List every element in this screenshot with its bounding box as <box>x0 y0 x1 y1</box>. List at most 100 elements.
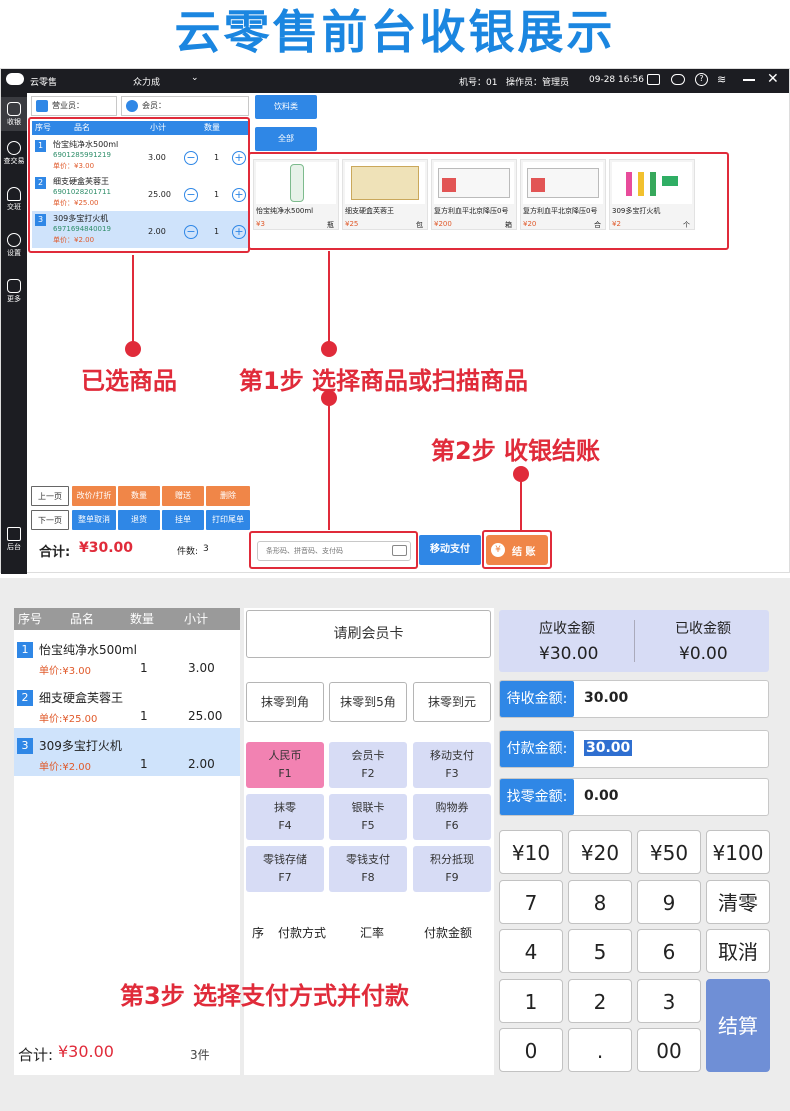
highlight-box-checkout <box>482 530 552 569</box>
pin-line <box>328 402 330 530</box>
pos-main-screen: 云零售 众力成 ⌄ 机号：01 操作员：管理员 09-28 16:56 ? ≋ … <box>0 68 790 574</box>
key-5[interactable]: 5 <box>568 929 632 973</box>
minimize-icon[interactable] <box>743 79 755 81</box>
pay-method-voucher[interactable]: 购物券 F6 <box>413 794 491 840</box>
round-to-5jiao-button[interactable]: 抹零到5角 <box>329 682 407 722</box>
pending-amount: 30.00 <box>584 690 629 706</box>
payment-screen: 序号 品名 数量 小计 1 怡宝纯净水500ml 单价:¥3.00 1 3.00… <box>0 578 790 1111</box>
member-card-prompt[interactable]: 请刷会员卡 <box>246 610 491 658</box>
highlight-box-cart <box>28 117 250 253</box>
mobile-pay-button[interactable]: 移动支付 <box>419 535 481 565</box>
highlight-box-scan <box>249 531 418 569</box>
key-00[interactable]: 00 <box>637 1028 701 1072</box>
register-icon <box>7 102 21 116</box>
cancel-order-button[interactable]: 整单取消 <box>72 510 116 530</box>
paid-amount-row[interactable]: 付款金额: 30.00 <box>499 730 769 768</box>
hang-order-button[interactable]: 挂单 <box>162 510 204 530</box>
key-3[interactable]: 3 <box>637 979 701 1023</box>
wifi-icon: ≋ <box>717 73 727 86</box>
annotation-step2: 第2步 收银结账 <box>431 437 601 465</box>
nav-settings[interactable]: 设置 <box>1 233 27 258</box>
key-20[interactable]: ¥20 <box>568 830 632 874</box>
pin-line <box>132 255 134 343</box>
amount-summary: 应收金额 ¥30.00 已收金额 ¥0.00 <box>499 610 769 672</box>
pin-line <box>520 477 522 531</box>
category-drinks[interactable]: 饮料类 <box>255 95 317 119</box>
list-header: 序号 品名 数量 小计 <box>14 608 240 630</box>
nav-transactions[interactable]: 查交易 <box>1 141 27 166</box>
round-to-yuan-button[interactable]: 抹零到元 <box>413 682 491 722</box>
pending-amount-row: 待收金额: 30.00 <box>499 680 769 718</box>
pay-method-mobile[interactable]: 移动支付 F3 <box>413 742 491 788</box>
paid-amount-input[interactable]: 30.00 <box>584 740 633 756</box>
cloud-logo-icon <box>6 73 24 85</box>
cancel-button[interactable]: 取消 <box>706 929 770 973</box>
store-name: 众力成 <box>133 78 161 88</box>
pay-method-change-pay[interactable]: 零钱支付 F8 <box>329 846 407 892</box>
prev-page-button[interactable]: 上一页 <box>31 486 69 506</box>
key-7[interactable]: 7 <box>499 880 563 924</box>
nav-more[interactable]: 更多 <box>1 279 27 304</box>
datetime: 09-28 16:56 <box>589 75 644 85</box>
nav-backend[interactable]: 后台 <box>1 527 27 552</box>
member-field[interactable]: 会员： <box>121 96 249 116</box>
pay-total-amount: ¥30.00 <box>58 1042 114 1061</box>
key-4[interactable]: 4 <box>499 929 563 973</box>
key-0[interactable]: 0 <box>499 1028 563 1072</box>
key-10[interactable]: ¥10 <box>499 830 563 874</box>
key-6[interactable]: 6 <box>637 929 701 973</box>
qty-button[interactable]: 数量 <box>118 486 160 506</box>
key-1[interactable]: 1 <box>499 979 563 1023</box>
pay-method-unionpay[interactable]: 银联卡 F5 <box>329 794 407 840</box>
pay-method-rounding[interactable]: 抹零 F4 <box>246 794 324 840</box>
app-name: 云零售 <box>30 78 58 88</box>
nav-checkout[interactable]: 收银 <box>1 97 27 131</box>
pay-col-amount: 付款金额 <box>424 926 473 940</box>
machine-no: 机号：01 <box>459 78 498 88</box>
pay-method-member-card[interactable]: 会员卡 F2 <box>329 742 407 788</box>
side-nav: 收银 查交易 交班 设置 更多 后台 <box>1 93 27 574</box>
key-dot[interactable]: . <box>568 1028 632 1072</box>
settle-button[interactable]: 结算 <box>706 979 770 1072</box>
round-to-jiao-button[interactable]: 抹零到角 <box>246 682 324 722</box>
category-all[interactable]: 全部 <box>255 127 317 151</box>
close-icon[interactable]: ✕ <box>767 71 779 87</box>
chevron-down-icon[interactable]: ⌄ <box>191 73 199 83</box>
pay-col-method: 付款方式 <box>278 926 327 940</box>
pay-method-points[interactable]: 积分抵现 F9 <box>413 846 491 892</box>
cloud-sync-icon[interactable] <box>671 74 685 85</box>
return-button[interactable]: 退货 <box>118 510 160 530</box>
list-item[interactable]: 1 怡宝纯净水500ml 单价:¥3.00 1 3.00 <box>14 632 240 680</box>
list-item-selected[interactable]: 3 309多宝打火机 单价:¥2.00 1 2.00 <box>14 728 240 776</box>
next-page-button[interactable]: 下一页 <box>31 510 69 530</box>
annotation-step3: 第3步 选择支付方式并付款 <box>120 982 410 1010</box>
title-bar: 云零售 众力成 ⌄ 机号：01 操作员：管理员 09-28 16:56 ? ≋ … <box>1 69 789 93</box>
key-100[interactable]: ¥100 <box>706 830 770 874</box>
print-receipt-button[interactable]: 打印尾单 <box>206 510 250 530</box>
list-item[interactable]: 2 细支硬盒芙蓉王 单价:¥25.00 1 25.00 <box>14 680 240 728</box>
pin-line <box>328 251 330 343</box>
pay-item-count: 3件 <box>190 1048 210 1062</box>
pin-dot <box>321 341 337 357</box>
hero-title: 云零售前台收银展示 <box>174 5 616 59</box>
change-amount-row: 找零金额: 0.00 <box>499 778 769 816</box>
nav-shift[interactable]: 交班 <box>1 187 27 212</box>
printer-icon[interactable] <box>647 74 660 85</box>
key-8[interactable]: 8 <box>568 880 632 924</box>
key-2[interactable]: 2 <box>568 979 632 1023</box>
key-50[interactable]: ¥50 <box>637 830 701 874</box>
pay-method-cash[interactable]: 人民币 F1 <box>246 742 324 788</box>
clear-button[interactable]: 清零 <box>706 880 770 924</box>
amount-panel: 应收金额 ¥30.00 已收金额 ¥0.00 待收金额: 30.00 付款金额: 3… <box>497 608 773 1075</box>
annotation-selected: 已选商品 <box>81 367 177 395</box>
member-icon <box>126 100 138 112</box>
salesperson-field[interactable]: 营业员： <box>31 96 117 116</box>
pay-method-change-store[interactable]: 零钱存储 F7 <box>246 846 324 892</box>
count-label: 件数: <box>177 547 199 557</box>
help-icon[interactable]: ? <box>695 73 708 86</box>
gift-button[interactable]: 赠送 <box>162 486 204 506</box>
layers-icon <box>7 527 21 541</box>
delete-button[interactable]: 删除 <box>206 486 250 506</box>
key-9[interactable]: 9 <box>637 880 701 924</box>
change-price-button[interactable]: 改价/打折 <box>72 486 116 506</box>
